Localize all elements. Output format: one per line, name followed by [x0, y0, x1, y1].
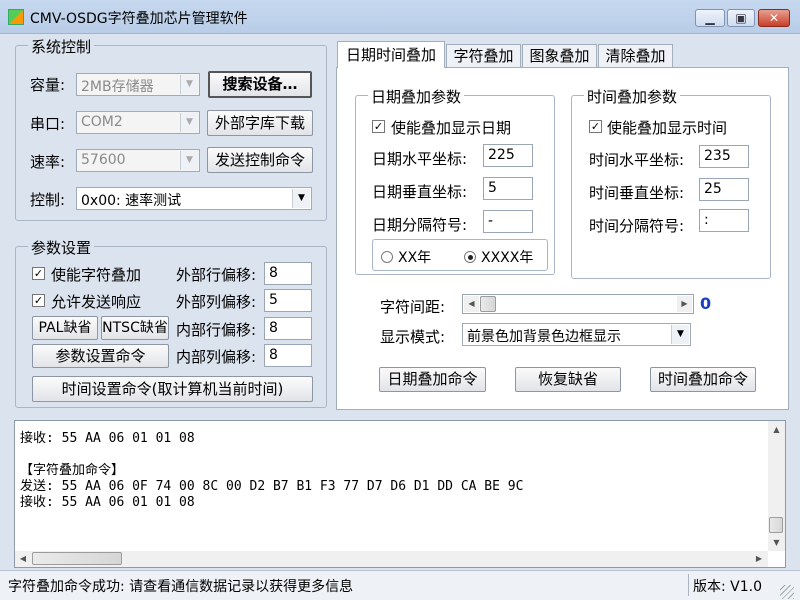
log-horizontal-scrollbar[interactable]: ◀ ▶ [15, 551, 768, 567]
minimize-button[interactable]: ▁ [695, 9, 725, 27]
time-set-command-button[interactable]: 时间设置命令(取计算机当前时间) [32, 376, 313, 402]
spacing-value: 0 [700, 294, 712, 313]
ext-col-input[interactable]: 5 [264, 289, 312, 312]
enable-date-label: 使能叠加显示日期 [391, 119, 512, 137]
port-label: 串口: [30, 115, 66, 133]
time-h-input[interactable]: 235 [699, 145, 749, 168]
arrow-right-icon[interactable]: ▶ [752, 552, 766, 566]
enable-time-label: 使能叠加显示时间 [607, 119, 728, 137]
control-select[interactable]: 0x00: 速率测试 ▼ [76, 187, 312, 210]
chevron-down-icon: ▼ [180, 151, 198, 170]
tab-datetime-overlay[interactable]: 日期时间叠加 [337, 41, 445, 68]
send-control-button[interactable]: 发送控制命令 [207, 147, 313, 173]
params-title: 参数设置 [28, 237, 95, 258]
restore-defaults-button[interactable]: 恢复缺省 [515, 367, 621, 392]
version-label: 版本: V1.0 [693, 579, 763, 595]
arrow-left-icon[interactable]: ◀ [16, 552, 30, 566]
maximize-button[interactable]: ▣ [727, 9, 755, 27]
enable-time-checkbox[interactable]: ✓ [589, 120, 602, 133]
spacing-slider-thumb[interactable] [480, 296, 496, 312]
date-v-input[interactable]: 5 [483, 177, 533, 200]
port-value: COM2 [81, 114, 123, 130]
enable-overlay-label: 使能字符叠加 [51, 266, 142, 284]
int-row-label: 内部行偏移: [176, 321, 257, 339]
display-mode-value: 前景色加背景色边框显示 [467, 329, 621, 345]
year-4digit-label: XXXX年 [481, 250, 534, 266]
title-bar: CMV-OSDG字符叠加芯片管理软件 ▁ ▣ ✕ [0, 0, 800, 34]
capacity-value: 2MB存储器 [81, 79, 154, 95]
year-2digit-radio[interactable] [381, 251, 393, 263]
time-v-label: 时间垂直坐标: [589, 184, 685, 202]
date-sep-label: 日期分隔符号: [372, 216, 468, 234]
font-download-button[interactable]: 外部字库下载 [207, 110, 313, 136]
time-sep-label: 时间分隔符号: [589, 217, 685, 235]
log-hscroll-thumb[interactable] [32, 552, 122, 565]
param-set-command-button[interactable]: 参数设置命令 [32, 344, 169, 368]
time-v-input[interactable]: 25 [699, 178, 749, 201]
window-title: CMV-OSDG字符叠加芯片管理软件 [30, 11, 248, 27]
date-overlay-command-button[interactable]: 日期叠加命令 [379, 367, 486, 392]
ext-col-label: 外部列偏移: [176, 293, 257, 311]
display-mode-select[interactable]: 前景色加背景色边框显示 ▼ [462, 323, 691, 346]
log-line: 接收: 55 AA 06 01 01 08 [20, 431, 195, 446]
allow-response-label: 允许发送响应 [51, 293, 142, 311]
arrow-up-icon[interactable]: ▲ [768, 423, 785, 437]
resize-grip-icon[interactable] [780, 585, 794, 599]
date-params-title: 日期叠加参数 [368, 86, 465, 107]
year-4digit-radio[interactable] [464, 251, 476, 263]
chevron-down-icon: ▼ [292, 189, 310, 208]
log-vscroll-thumb[interactable] [769, 517, 783, 533]
date-v-label: 日期垂直坐标: [372, 183, 468, 201]
ext-row-input[interactable]: 8 [264, 262, 312, 285]
tab-clear-overlay[interactable]: 清除叠加 [598, 44, 673, 67]
search-device-button[interactable]: 搜索设备… [208, 71, 312, 98]
arrow-right-icon[interactable]: ▶ [677, 296, 692, 312]
spacing-label: 字符间距: [380, 298, 446, 316]
time-h-label: 时间水平坐标: [589, 151, 685, 169]
chevron-down-icon: ▼ [180, 113, 198, 132]
status-bar: 字符叠加命令成功: 请查看通信数据记录以获得更多信息 版本: V1.0 [0, 570, 800, 600]
display-mode-label: 显示模式: [380, 328, 446, 346]
allow-response-checkbox[interactable]: ✓ [32, 294, 45, 307]
time-sep-input[interactable]: : [699, 209, 749, 232]
time-params-title: 时间叠加参数 [584, 86, 681, 107]
capacity-label: 容量: [30, 76, 66, 94]
capacity-select[interactable]: 2MB存储器 ▼ [76, 73, 200, 96]
log-vertical-scrollbar[interactable]: ▲ ▼ [768, 421, 785, 551]
int-col-input[interactable]: 8 [264, 344, 312, 367]
rate-select[interactable]: 57600 ▼ [76, 149, 200, 172]
spacing-slider[interactable]: ◀ ▶ [462, 294, 694, 314]
time-overlay-command-button[interactable]: 时间叠加命令 [650, 367, 756, 392]
date-h-input[interactable]: 225 [483, 144, 533, 167]
date-sep-input[interactable]: - [483, 210, 533, 233]
enable-overlay-checkbox[interactable]: ✓ [32, 267, 45, 280]
chevron-down-icon: ▼ [671, 325, 689, 344]
ntsc-default-button[interactable]: NTSC缺省 [101, 316, 169, 340]
rate-label: 速率: [30, 153, 66, 171]
status-message: 字符叠加命令成功: 请查看通信数据记录以获得更多信息 [8, 579, 354, 595]
tab-image-overlay[interactable]: 图象叠加 [522, 44, 597, 67]
control-label: 控制: [30, 191, 66, 209]
int-row-input[interactable]: 8 [264, 317, 312, 340]
system-control-title: 系统控制 [28, 36, 95, 57]
year-2digit-label: XX年 [398, 250, 432, 266]
tab-char-overlay[interactable]: 字符叠加 [446, 44, 521, 67]
int-col-label: 内部列偏移: [176, 348, 257, 366]
status-divider [688, 574, 689, 596]
port-select[interactable]: COM2 ▼ [76, 111, 200, 134]
rate-value: 57600 [81, 152, 126, 168]
date-h-label: 日期水平坐标: [372, 150, 468, 168]
pal-default-button[interactable]: PAL缺省 [32, 316, 98, 340]
communication-log[interactable]: 接收: 55 AA 06 01 01 08 【字符叠加命令】 发送: 55 AA… [14, 420, 786, 568]
arrow-down-icon[interactable]: ▼ [768, 536, 785, 550]
enable-date-checkbox[interactable]: ✓ [372, 120, 385, 133]
control-value: 0x00: 速率测试 [81, 193, 182, 209]
log-line: 接收: 55 AA 06 01 01 08 [20, 495, 195, 510]
chevron-down-icon: ▼ [180, 75, 198, 94]
arrow-left-icon[interactable]: ◀ [464, 296, 479, 312]
close-button[interactable]: ✕ [758, 9, 790, 27]
ext-row-label: 外部行偏移: [176, 266, 257, 284]
app-icon [8, 9, 24, 25]
